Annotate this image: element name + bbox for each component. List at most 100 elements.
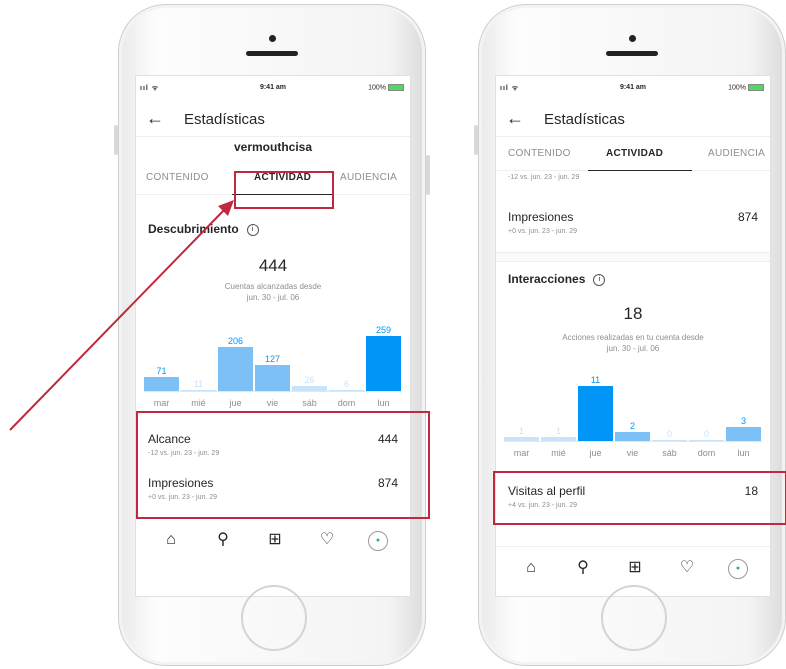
bar-value-label: 11 [590,375,601,385]
tab-actividad[interactable]: ACTIVIDAD [606,148,663,159]
bar-value-label: 0 [666,429,672,439]
header: ← Estadísticas [496,102,770,137]
bar-value-label: 11 [193,379,204,389]
tab-audiencia[interactable]: AUDIENCIA [340,172,397,183]
caption-line1: Cuentas alcanzadas desde [224,282,322,291]
caption-line2: jun. 30 - jul. 06 [606,344,660,353]
phone-right: ııl ᯤ 9:41 am 100% ← Estadísticas CONTEN… [474,4,786,666]
home-icon[interactable]: ⌂ [160,529,182,551]
battery-icon [388,84,404,91]
search-icon[interactable]: ⚲ [572,557,594,579]
bar-value-label: 26 [304,375,315,385]
heart-icon[interactable]: ♡ [676,557,698,579]
bar-mar[interactable] [144,377,179,392]
arrow-left-icon[interactable]: ← [146,108,164,129]
highlight-stats-box [136,411,430,519]
bar-lun[interactable] [726,427,761,442]
heart-icon[interactable]: ♡ [316,529,338,551]
bar-jue[interactable] [218,347,253,392]
interactions-bar-chart: 1 mar 1 mié 11 jue 2 vie 0 sáb 0 dom 3 lun [504,358,762,458]
username: vermouthcisa [233,140,313,154]
bar-value-label: 71 [156,366,167,376]
day-label: vie [266,398,279,408]
speaker-grille [606,51,658,56]
status-bar: ııl ᯤ 9:41 am 100% [496,82,770,96]
home-button[interactable] [241,585,307,651]
tab-audiencia[interactable]: AUDIENCIA [708,148,765,159]
add-icon[interactable]: ⊞ [264,529,286,551]
battery-indicator: 100% [368,84,404,91]
bar-value-label: 127 [264,354,281,364]
stat-name: Impresiones [508,210,574,224]
section-label: Descubrimiento [148,222,239,236]
profile-icon[interactable]: ● [728,559,748,579]
day-label: mié [551,448,566,458]
section-title: Interacciones i [508,272,606,286]
highlight-visitas-box [493,471,786,525]
stat-comparison: +0 vs. jun. 23 - jun. 29 [508,228,578,235]
bar-value-label: 1 [518,426,524,436]
tab-bar: CONTENIDO ACTIVIDAD AUDIENCIA [496,138,770,171]
bar-jue[interactable] [578,386,613,442]
header: ← Estadísticas [136,102,410,137]
bar-value-label: 0 [703,429,709,439]
day-label: jue [229,398,242,408]
section-title: Descubrimiento i [148,222,259,236]
day-label: mié [191,398,206,408]
day-label: vie [626,448,639,458]
battery-percent: 100% [728,84,746,92]
search-icon[interactable]: ⚲ [212,529,234,551]
highlight-actividad-tab [234,171,334,209]
tab-contenido[interactable]: CONTENIDO [508,148,571,159]
day-label: dom [337,398,356,408]
bar-value-label: 206 [227,336,244,346]
info-icon[interactable]: i [246,223,259,236]
section-label: Interacciones [508,272,586,286]
power-button [426,155,430,195]
caption-line1: Acciones realizadas en tu cuenta desde [562,333,704,342]
bar-value-label: 6 [343,379,349,389]
volume-button [114,125,118,155]
bar-value-label: 1 [555,426,561,436]
tab-contenido[interactable]: CONTENIDO [146,172,209,183]
stat-row-impresiones[interactable]: Impresiones 874 +0 vs. jun. 23 - jun. 29 [496,204,770,248]
home-icon[interactable]: ⌂ [520,557,542,579]
home-button[interactable] [601,585,667,651]
interactions-total: 18 [623,304,643,323]
profile-icon[interactable]: ● [368,531,388,551]
day-label: dom [697,448,716,458]
bar-vie[interactable] [255,365,290,392]
day-label: lun [377,398,390,408]
add-icon[interactable]: ⊞ [624,557,646,579]
bar-value-label: 3 [740,416,746,426]
page-title: Estadísticas [544,111,625,128]
bar-value-label: 2 [629,421,635,431]
front-camera [268,35,276,42]
battery-indicator: 100% [728,84,764,91]
day-label: sáb [662,448,677,458]
arrow-left-icon[interactable]: ← [506,108,524,129]
reach-total: 444 [258,256,288,275]
front-camera [628,35,636,42]
day-label: sáb [302,398,317,408]
chart-baseline [144,391,402,392]
phone-left: ııl ᯤ 9:41 am 100% ← Estadísticas vermou… [114,4,430,666]
day-label: jue [589,448,602,458]
section-divider [496,252,770,262]
bottom-nav: ⌂ ⚲ ⊞ ♡ ● [496,546,770,587]
status-bar: ııl ᯤ 9:41 am 100% [136,82,410,96]
day-label: lun [737,448,750,458]
battery-icon [748,84,764,91]
info-icon[interactable]: i [593,273,606,286]
chart-baseline [504,441,762,442]
bar-lun[interactable] [366,336,401,392]
battery-percent: 100% [368,84,386,92]
page-title: Estadísticas [184,111,265,128]
bottom-nav: ⌂ ⚲ ⊞ ♡ ● [136,518,410,559]
day-label: mar [513,448,530,458]
day-label: mar [153,398,170,408]
tab-underline [588,169,692,171]
caption-line2: jun. 30 - jul. 06 [246,293,300,302]
stat-value: 874 [737,210,758,224]
stat-comparison-prev: -12 vs. jun. 23 - jun. 29 [508,174,580,181]
